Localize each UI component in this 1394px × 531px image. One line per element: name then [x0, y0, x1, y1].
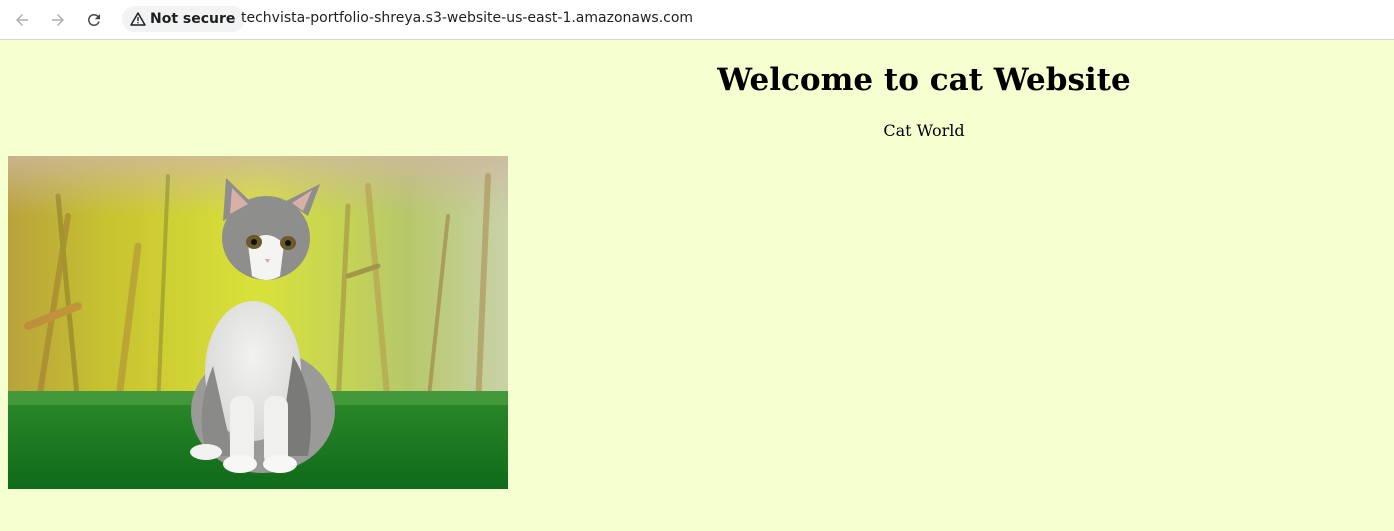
- url-text[interactable]: techvista-portfolio-shreya.s3-website-us…: [241, 10, 693, 26]
- security-label: Not secure: [150, 11, 236, 27]
- forward-arrow-icon: [52, 14, 64, 26]
- back-arrow-icon: [16, 14, 28, 26]
- warning-icon: [130, 12, 146, 26]
- security-indicator[interactable]: Not secure: [122, 6, 246, 32]
- browser-toolbar: Not secure techvista-portfolio-shreya.s3…: [0, 0, 1394, 40]
- back-button[interactable]: [8, 6, 36, 34]
- cat-image: [8, 156, 508, 489]
- page-subtitle: Cat World: [883, 121, 965, 140]
- reload-icon: [87, 13, 100, 26]
- reload-button[interactable]: [80, 6, 108, 34]
- forward-button[interactable]: [44, 6, 72, 34]
- page-title: Welcome to cat Website: [717, 62, 1131, 98]
- address-bar[interactable]: Not secure techvista-portfolio-shreya.s3…: [118, 4, 1386, 34]
